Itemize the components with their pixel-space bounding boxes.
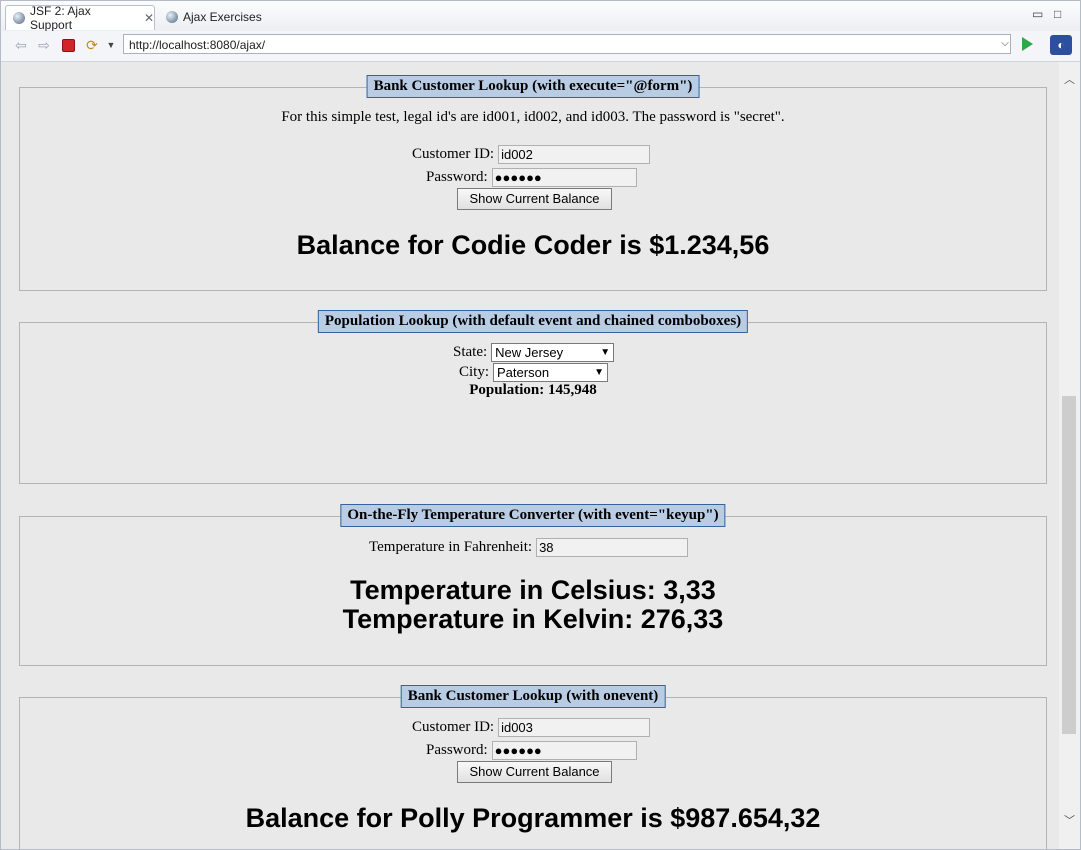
bank-lookup-onevent-panel: Bank Customer Lookup (with onevent) Cust… xyxy=(19,685,1047,849)
eclipse-icon[interactable]: ◐ xyxy=(1050,35,1072,55)
password-input[interactable]: ●●●●●● xyxy=(491,168,637,187)
state-select[interactable]: New Jersey ▼ xyxy=(491,343,615,362)
chevron-down-icon: ▼ xyxy=(594,367,605,378)
show-balance-button[interactable]: Show Current Balance xyxy=(457,188,612,210)
city-label: City: xyxy=(459,364,490,380)
show-balance-button[interactable]: Show Current Balance xyxy=(457,761,612,783)
password-input[interactable]: ●●●●●● xyxy=(491,741,637,760)
city-row: City: Paterson ▼ xyxy=(459,363,609,382)
panel-legend: Bank Customer Lookup (with onevent) xyxy=(400,685,666,708)
city-select[interactable]: Paterson ▼ xyxy=(493,363,609,382)
population-lookup-panel: Population Lookup (with default event an… xyxy=(19,310,1047,484)
globe-icon xyxy=(13,12,25,24)
forward-icon[interactable]: ⇨ xyxy=(36,37,52,53)
balance-result: Balance for Codie Coder is $1.234,56 xyxy=(296,230,770,260)
refresh-icon[interactable]: ⟳ xyxy=(84,37,100,53)
kelvin-result: Temperature in Kelvin: 276,33 xyxy=(342,604,724,634)
chevron-down-icon[interactable]: ▼ xyxy=(103,37,119,53)
password-row: Password: ●●●●●● xyxy=(426,741,637,760)
intro-text: For this simple test, legal id's are id0… xyxy=(281,109,785,125)
minimize-icon[interactable]: ▭ xyxy=(1032,7,1043,21)
back-icon[interactable]: ⇦ xyxy=(13,37,29,53)
password-row: Password: ●●●●●● xyxy=(426,168,637,187)
panel-legend: On-the-Fly Temperature Converter (with e… xyxy=(340,504,726,527)
tab-label: JSF 2: Ajax Support xyxy=(30,4,91,32)
temperature-converter-panel: On-the-Fly Temperature Converter (with e… xyxy=(19,504,1047,666)
customer-id-label: Customer ID: xyxy=(412,146,495,162)
globe-icon xyxy=(166,11,178,23)
city-selected-value: Paterson xyxy=(497,365,550,380)
fahrenheit-label: Temperature in Fahrenheit: xyxy=(369,539,533,555)
url-dropdown-icon[interactable]: ⌵ xyxy=(997,34,1013,54)
page-content: Bank Customer Lookup (with execute="@for… xyxy=(1,62,1059,849)
state-selected-value: New Jersey xyxy=(495,345,564,360)
panel-legend: Bank Customer Lookup (with execute="@for… xyxy=(366,75,700,98)
customer-id-input[interactable]: id003 xyxy=(498,718,651,737)
customer-id-row: Customer ID: id003 xyxy=(412,718,651,737)
tab-label: Ajax Exercises xyxy=(183,10,262,24)
maximize-icon[interactable]: □ xyxy=(1054,7,1061,21)
tab-jsf2-ajax-support[interactable]: JSF 2: Ajax Support ✕ xyxy=(5,4,155,32)
panel-legend: Population Lookup (with default event an… xyxy=(317,310,749,333)
go-icon[interactable] xyxy=(1022,37,1033,51)
balance-result: Balance for Polly Programmer is $987.654… xyxy=(245,803,821,833)
state-label: State: xyxy=(453,344,488,360)
fahrenheit-input[interactable]: 38 xyxy=(536,538,689,557)
scrollbar-thumb[interactable] xyxy=(1062,396,1076,734)
bank-lookup-execute-panel: Bank Customer Lookup (with execute="@for… xyxy=(19,75,1047,291)
stop-icon[interactable] xyxy=(62,39,75,52)
password-label: Password: xyxy=(426,169,488,185)
browser-window: JSF 2: Ajax Support ✕ Ajax Exercises ▭ □… xyxy=(0,0,1081,850)
customer-id-input[interactable]: id002 xyxy=(498,145,651,164)
customer-id-label: Customer ID: xyxy=(412,719,495,735)
celsius-result: Temperature in Celsius: 3,33 xyxy=(350,575,716,605)
state-row: State: New Jersey ▼ xyxy=(453,343,615,362)
population-result: Population: 145,948 xyxy=(469,382,597,398)
scroll-down-icon[interactable]: ﹀ xyxy=(1063,815,1076,828)
chevron-down-icon: ▼ xyxy=(600,347,611,358)
tab-ajax-exercises[interactable]: Ajax Exercises xyxy=(159,5,269,29)
fahrenheit-row: Temperature in Fahrenheit: 38 xyxy=(369,538,689,557)
tab-bar: JSF 2: Ajax Support ✕ Ajax Exercises ▭ □ xyxy=(1,1,1080,32)
close-icon[interactable]: ✕ xyxy=(144,11,154,25)
vertical-scrollbar[interactable]: ︿ ﹀ xyxy=(1059,62,1080,849)
url-input[interactable]: http://localhost:8080/ajax/ xyxy=(123,34,1011,54)
scroll-up-icon[interactable]: ︿ xyxy=(1063,74,1076,87)
password-label: Password: xyxy=(426,742,488,758)
customer-id-row: Customer ID: id002 xyxy=(412,145,651,164)
